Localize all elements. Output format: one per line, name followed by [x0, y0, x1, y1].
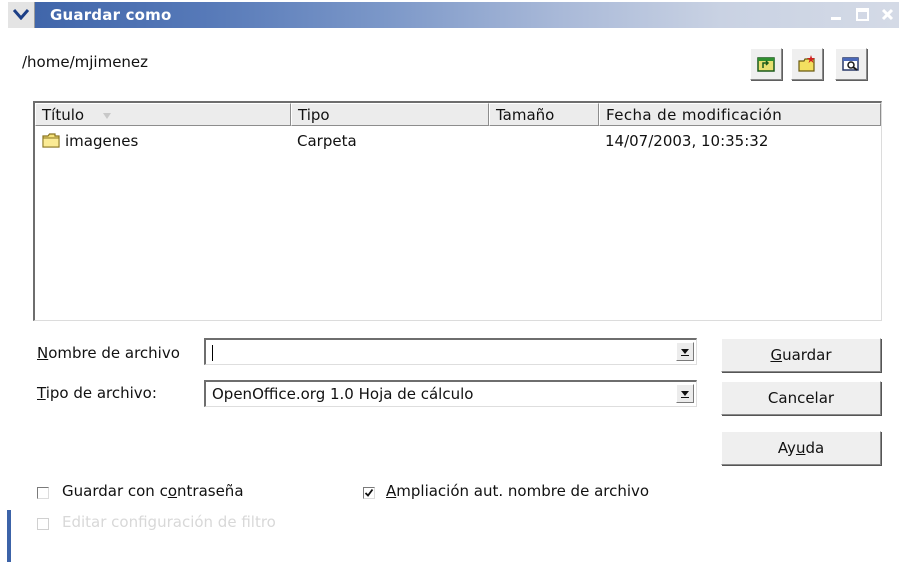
filename-label: Nombre de archivo: [37, 344, 180, 362]
extension-mnemonic: A: [386, 482, 397, 500]
folder-up-icon: [757, 57, 775, 72]
new-folder-icon: [798, 55, 815, 72]
password-label-rest: ntraseña: [177, 482, 244, 500]
filetype-value: OpenOffice.org 1.0 Hoja de cálculo: [212, 385, 474, 403]
file-list[interactable]: Título Tipo Tamaño Fecha de modificación…: [33, 101, 882, 321]
filter-settings-label: Editar configuración de filtro: [62, 513, 276, 531]
column-header-label: Tamaño: [496, 106, 555, 124]
folder-up-button[interactable]: [750, 48, 782, 80]
file-list-header: Título Tipo Tamaño Fecha de modificación: [35, 103, 881, 127]
password-mnemonic: o: [167, 482, 178, 500]
save-label-rest: uardar: [782, 346, 832, 364]
window-left-accent: [7, 510, 11, 562]
maximize-icon: [856, 8, 869, 21]
file-row[interactable]: imagenes Carpeta 14/07/2003, 10:35:32: [35, 129, 881, 153]
column-header-modified[interactable]: Fecha de modificación: [599, 103, 881, 126]
help-button[interactable]: Ayuda: [721, 431, 881, 465]
filetype-dropdown-button[interactable]: [676, 384, 694, 403]
close-icon: [881, 8, 894, 21]
auto-extension-checkbox[interactable]: [363, 487, 375, 499]
close-button[interactable]: [878, 5, 898, 25]
filter-settings-checkbox: [37, 518, 49, 530]
file-modified: 14/07/2003, 10:35:32: [605, 132, 769, 150]
column-header-size[interactable]: Tamaño: [489, 103, 599, 126]
filetype-label-text: ipo de archivo:: [45, 384, 157, 402]
file-type: Carpeta: [297, 132, 357, 150]
maximize-button[interactable]: [853, 5, 873, 25]
window-menu-button[interactable]: [8, 2, 35, 28]
column-header-title[interactable]: Título: [35, 103, 291, 126]
column-header-label: Fecha de modificación: [606, 106, 783, 124]
password-checkbox[interactable]: [37, 487, 49, 499]
save-button[interactable]: Guardar: [721, 338, 881, 372]
column-header-label: Título: [42, 106, 85, 124]
cancel-button[interactable]: Cancelar: [721, 381, 881, 415]
new-folder-button[interactable]: [791, 48, 823, 80]
filename-label-text: ombre de archivo: [48, 344, 180, 362]
filetype-label: Tipo de archivo:: [37, 384, 157, 402]
column-header-type[interactable]: Tipo: [291, 103, 489, 126]
save-as-dialog: Guardar como /home/mjimenez Título Tipo …: [0, 0, 899, 562]
sort-arrow-icon: [103, 113, 111, 119]
filename-label-mnemonic: N: [37, 344, 49, 362]
help-label-rest: da: [805, 439, 825, 457]
extension-label-rest: mpliación aut. nombre de archivo: [396, 482, 650, 500]
folder-icon: [42, 133, 60, 148]
filename-dropdown-button[interactable]: [676, 342, 694, 361]
dropdown-arrow-icon: [681, 391, 689, 398]
minimize-icon: [831, 17, 841, 20]
password-label-start: Guardar con c: [62, 482, 168, 500]
dropdown-arrow-icon: [681, 349, 689, 356]
filetype-select[interactable]: OpenOffice.org 1.0 Hoja de cálculo: [204, 380, 697, 407]
column-header-label: Tipo: [298, 106, 330, 124]
browse-button[interactable]: [835, 48, 867, 80]
title-bar[interactable]: Guardar como: [8, 2, 899, 28]
browse-icon: [842, 57, 859, 71]
current-path: /home/mjimenez: [22, 53, 149, 71]
save-mnemonic: G: [770, 346, 783, 364]
window-title: Guardar como: [50, 6, 172, 24]
checkmark-icon: [364, 488, 374, 497]
file-name: imagenes: [65, 132, 139, 150]
auto-extension-label[interactable]: Ampliación aut. nombre de archivo: [386, 482, 649, 500]
text-caret: [212, 345, 213, 361]
minimize-button[interactable]: [827, 5, 847, 25]
filename-input[interactable]: [204, 338, 697, 365]
filetype-label-mnemonic: T: [37, 384, 46, 402]
chevron-down-icon: [13, 9, 29, 20]
help-label-start: Ay: [777, 439, 796, 457]
window-left-edge: [0, 2, 8, 562]
password-option-label[interactable]: Guardar con contraseña: [62, 482, 244, 500]
